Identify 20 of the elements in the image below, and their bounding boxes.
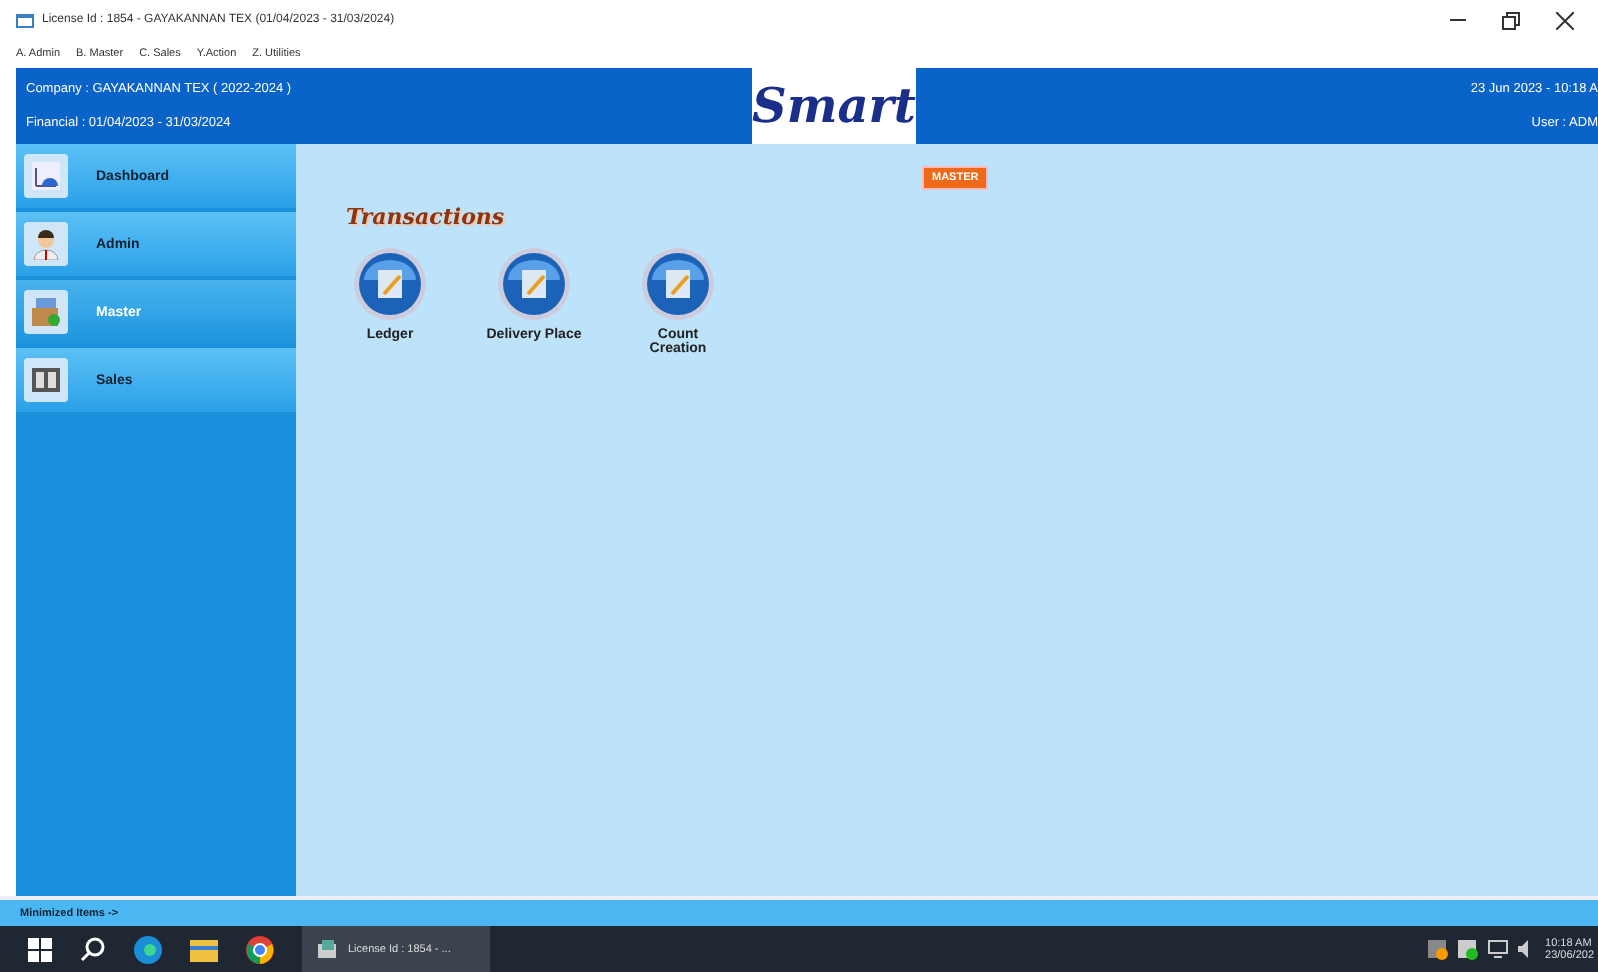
notebook-icon[interactable]	[640, 246, 716, 322]
logo: Smart	[752, 74, 916, 138]
browser-icon[interactable]	[134, 935, 162, 963]
browser-icon[interactable]	[246, 935, 274, 963]
person-icon	[30, 228, 62, 260]
restore-icon[interactable]	[1502, 11, 1520, 29]
notebook-icon[interactable]	[352, 246, 428, 322]
network-icon[interactable]	[1487, 940, 1508, 958]
section-title: Transactions	[346, 204, 507, 230]
windows-icon[interactable]	[28, 937, 52, 961]
chart-icon	[30, 160, 62, 192]
app-icon	[318, 939, 338, 959]
app-icon	[16, 11, 36, 29]
folder-icon[interactable]	[190, 937, 218, 961]
register-icon	[30, 364, 62, 396]
box-icon	[30, 296, 62, 328]
notebook-icon[interactable]	[496, 246, 572, 322]
minimize-icon[interactable]	[1450, 18, 1466, 22]
close-icon[interactable]	[1556, 11, 1574, 29]
search-icon[interactable]	[80, 936, 106, 962]
